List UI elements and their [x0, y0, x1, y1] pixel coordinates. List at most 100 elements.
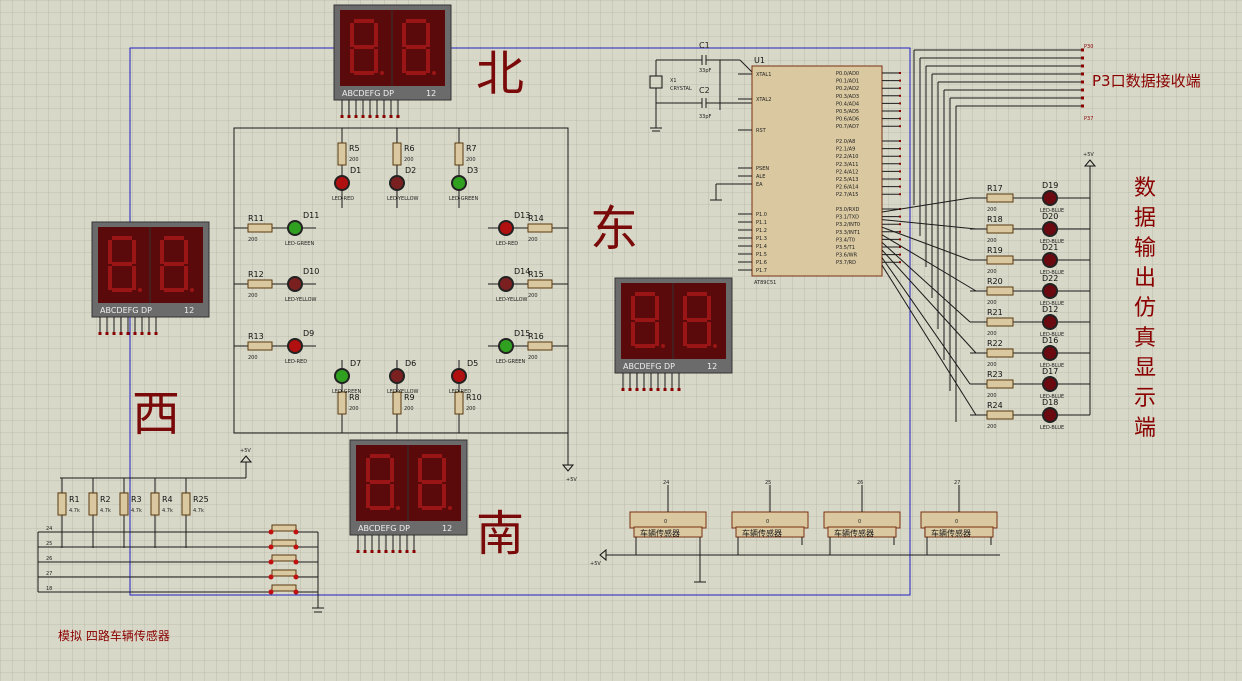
mcu-right-pin: P0.3/AD3	[836, 94, 859, 100]
sensor-net-ref: 25	[765, 480, 771, 486]
led-ref: D2	[405, 166, 416, 175]
output-led-ref: D20	[1042, 212, 1058, 221]
mcu-right-pin: P2.1/A9	[836, 147, 855, 153]
mcu-right-pin: P0.4/AD4	[836, 101, 859, 107]
display-pin-label: 12	[442, 524, 452, 533]
c2-value: 33pF	[699, 114, 712, 120]
led-type: LED-GREEN	[496, 359, 525, 365]
mcu-left-pin: RST	[756, 128, 767, 134]
data-output-title: 数据输出仿真显示端	[1134, 176, 1156, 441]
mcu-right-pin: P0.2/AD2	[836, 86, 859, 92]
led-type: LED-RED	[332, 196, 354, 202]
resistor-ref: R15	[528, 270, 544, 279]
port-p30-label: P30	[1084, 44, 1093, 50]
resistor-value: 200	[466, 157, 476, 163]
resistor-value: 200	[248, 355, 258, 361]
direction-north: 北	[476, 46, 524, 102]
display-pin-label: 12	[707, 362, 717, 371]
output-resistor-value: 200	[987, 269, 997, 275]
output-led-ref: D17	[1042, 367, 1058, 376]
led-ref: D5	[467, 359, 478, 368]
led-ref: D6	[405, 359, 416, 368]
resistor-value: 200	[528, 293, 538, 299]
resistor-value: 200	[248, 237, 258, 243]
mcu-right-pin: P2.3/A11	[836, 162, 858, 168]
pullup-ref: R25	[193, 495, 209, 504]
mcu-right-pin: P0.5/AD5	[836, 109, 859, 115]
mcu-ref: U1	[754, 56, 765, 65]
mcu-right-pin: P2.6/A14	[836, 185, 858, 191]
led-type: LED-RED	[496, 241, 518, 247]
display-segment-label: ABCDEFG DP	[623, 362, 675, 371]
mcu-right-pin: P3.3/INT1	[836, 230, 860, 236]
port-p37-label: P37	[1084, 116, 1093, 122]
sensor-name: 车辆传感器	[931, 528, 971, 538]
output-resistor-value: 200	[987, 238, 997, 244]
led-ref: D10	[303, 267, 319, 276]
resistor-ref: R11	[248, 214, 264, 223]
resistor-value: 200	[404, 406, 414, 412]
pullup-vcc-label: +5V	[240, 448, 251, 454]
display-pin-label: 12	[426, 89, 436, 98]
led-ref: D9	[303, 329, 314, 338]
resistor-value: 200	[528, 355, 538, 361]
mcu-left-pin: P1.4	[756, 244, 767, 250]
sensor-name: 车辆传感器	[742, 528, 782, 538]
pullup-ref: R1	[69, 495, 80, 504]
mcu-right-pin: P3.4/T0	[836, 237, 855, 243]
mcu-right-pin: P0.6/AD6	[836, 117, 859, 123]
output-resistor-value: 200	[987, 362, 997, 368]
mcu-right-pin: P0.1/AD1	[836, 79, 859, 85]
led-type: LED-GREEN	[285, 241, 314, 247]
mcu-left-pin: XTAL1	[756, 72, 771, 78]
output-led-ref: D22	[1042, 274, 1058, 283]
led-type: LED-YELLOW	[496, 297, 528, 303]
resistor-ref: R16	[528, 332, 544, 341]
led-type: LED-YELLOW	[285, 297, 317, 303]
output-resistor-value: 200	[987, 331, 997, 337]
schematic-canvas[interactable]: +5V ABCDEFG DP 12 ABCDEFG DP 12 ABCDEFG DP 12…	[0, 0, 1242, 681]
led-ref: D1	[350, 166, 361, 175]
sensor-pin-label: 0	[664, 519, 667, 525]
crystal-label: CRYSTAL	[670, 86, 692, 92]
pullup-value: 4.7k	[131, 508, 142, 514]
mcu-right-pin: P2.4/A12	[836, 169, 858, 175]
net-label: 24	[46, 526, 52, 532]
display-segment-label: ABCDEFG DP	[342, 89, 394, 98]
output-resistor-ref: R21	[987, 308, 1003, 317]
output-resistor-ref: R17	[987, 184, 1003, 193]
resistor-value: 200	[466, 406, 476, 412]
resistor-value: 200	[248, 293, 258, 299]
pullup-value: 4.7k	[100, 508, 111, 514]
mcu-left-pin: P1.0	[756, 212, 767, 218]
mcu-right-pin: P2.0/A8	[836, 139, 855, 145]
output-resistor-value: 200	[987, 207, 997, 213]
mcu-part: AT89C51	[754, 280, 776, 286]
svg-text:数据输出仿真显示端: 数据输出仿真显示端	[1134, 176, 1156, 441]
sensor-net-ref: 24	[663, 480, 669, 486]
mcu-right-pin: P2.2/A10	[836, 154, 858, 160]
mcu-right-pin: P3.0/RXD	[836, 207, 860, 213]
output-vcc-label: +5V	[1083, 152, 1094, 158]
display-segment-label: ABCDEFG DP	[358, 524, 410, 533]
vcc-label: +5V	[566, 477, 577, 483]
led-ref: D13	[514, 211, 530, 220]
resistor-value: 200	[528, 237, 538, 243]
direction-east: 东	[590, 201, 638, 257]
mcu-right-pin: P0.0/AD0	[836, 71, 859, 77]
output-resistor-ref: R19	[987, 246, 1003, 255]
sensor-name: 车辆传感器	[834, 528, 874, 538]
output-led-ref: D19	[1042, 181, 1058, 190]
mcu-left-pin: PSEN	[756, 166, 769, 172]
pullup-ref: R3	[131, 495, 142, 504]
mcu-left-pin: P1.6	[756, 260, 767, 266]
sensor-net-ref: 26	[857, 480, 863, 486]
mcu-left-pin: P1.5	[756, 252, 767, 258]
net-label: 27	[46, 571, 52, 577]
pullup-ref: R2	[100, 495, 111, 504]
mcu-right-pin: P3.1/TXD	[836, 215, 859, 221]
output-resistor-ref: R20	[987, 277, 1003, 286]
led-ref: D14	[514, 267, 530, 276]
resistor-ref: R13	[248, 332, 264, 341]
direction-south: 南	[476, 506, 524, 562]
